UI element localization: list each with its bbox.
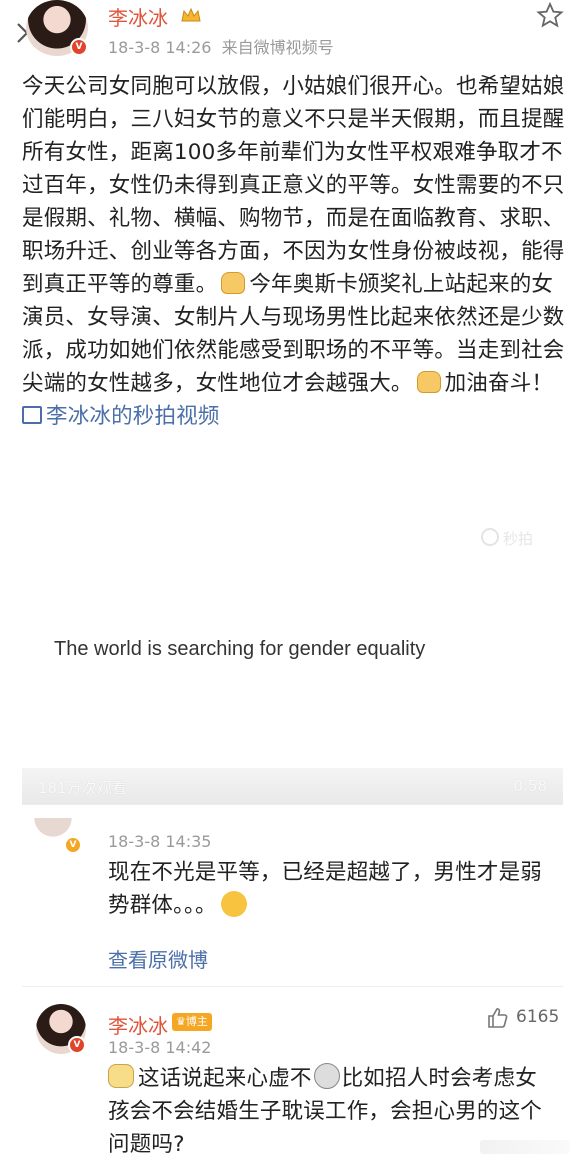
owner-badge-label: 博主 [185,1015,208,1028]
divider [22,986,563,987]
comment-text-wrap: 现在不光是平等，已经是超越了，男性才是弱势群体。。。 [108,856,558,922]
verified-badge-icon: V [64,836,82,854]
reply-author-name[interactable]: 李冰冰 [108,1010,168,1039]
view-original-link[interactable]: 查看原微博 [108,944,208,973]
video-view-count: 181万次观看 [38,779,127,797]
video-duration: 0:58 [513,777,547,795]
video-link-icon [22,406,42,424]
verified-badge-icon: V [70,38,88,56]
fist-emoji-icon [416,371,441,393]
post-body-text-3: 加油奋斗！ [444,371,554,396]
post-body-text: 今天公司女同胞可以放假，小姑娘们很开心。也希望姑娘们能明白，三八妇女节的意义不只… [22,74,565,297]
comment-text: 现在不光是平等，已经是超越了，男性才是弱势群体。。。 [108,860,543,918]
video-player[interactable]: 秒拍 The world is searching for gender equ… [22,498,563,805]
post-timestamp: 18-3-8 14:26 [108,38,212,57]
post-source[interactable]: 来自微博视频号 [222,38,334,57]
fist-emoji-icon [221,272,246,294]
crown-icon: ♛ [176,1015,186,1028]
like-count: 6165 [516,1007,560,1027]
post-body: 今天公司女同胞可以放假，小姑娘们很开心。也希望姑娘们能明白，三八妇女节的意义不只… [22,70,567,433]
verified-badge-icon: V [68,1036,86,1054]
crown-icon [180,6,202,24]
video-link[interactable]: 李冰冰的秒拍视频 [22,404,220,429]
thumbs-up-icon [486,1006,510,1030]
video-controls-bar[interactable]: 181万次观看 0:58 [22,768,563,804]
video-watermark: 秒拍 [480,528,533,549]
video-watermark-label: 秒拍 [502,530,533,548]
watermark-icon [480,528,499,546]
bottom-watermark [480,1140,570,1154]
reply-text-1: 这话说起来心虚不 [138,1066,312,1091]
video-link-label: 李冰冰的秒拍视频 [46,404,220,429]
dog-emoji-icon [108,1064,134,1088]
owner-badge: ♛博主 [172,1013,212,1031]
shocked-emoji-icon [313,1063,340,1089]
video-caption: The world is searching for gender equali… [54,638,426,660]
post-meta: 18-3-8 14:26 来自微博视频号 [108,34,334,58]
comment-timestamp: 18-3-8 14:35 [108,832,212,851]
post-author-name[interactable]: 李冰冰 [108,2,168,31]
reply-timestamp: 18-3-8 14:42 [108,1038,212,1057]
grin-emoji-icon [220,891,247,917]
star-icon[interactable] [536,2,564,28]
